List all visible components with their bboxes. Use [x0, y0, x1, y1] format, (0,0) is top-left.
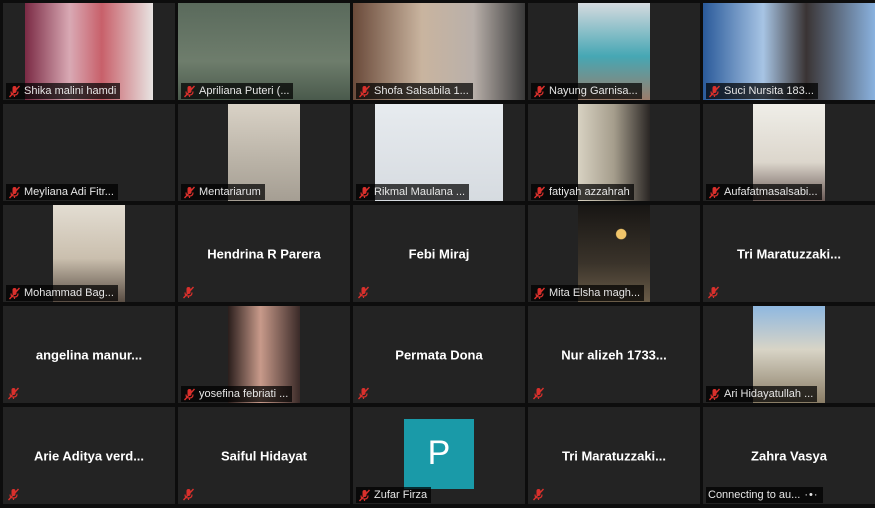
- muted-mic-icon: [8, 85, 21, 97]
- participant-name: Rikmal Maulana ...: [374, 186, 466, 198]
- muted-mic-icon: [182, 488, 195, 501]
- participant-name: Mentariarum: [199, 186, 261, 198]
- participant-name-center: Saiful Hidayat: [221, 448, 307, 463]
- gallery-grid: Shika malini hamdi Apriliana Puteri (... S…: [0, 0, 875, 508]
- participant-name-center: Tri Maratuzzaki...: [561, 448, 667, 463]
- muted-mic-icon: [183, 186, 196, 198]
- muted-mic-icon: [532, 488, 545, 501]
- participant-tile[interactable]: fatiyah azzahrah: [528, 104, 700, 201]
- participant-tile[interactable]: Nayung Garnisa...: [528, 3, 700, 100]
- muted-mic-icon: [532, 387, 545, 400]
- muted-mic-icon: [357, 286, 370, 299]
- muted-mic-icon: [7, 387, 20, 400]
- participant-tile[interactable]: Febi Miraj: [353, 205, 525, 302]
- participant-name-label: Mohammad Bag...: [6, 285, 118, 301]
- participant-name-center: Hendrina R Parera: [207, 246, 321, 261]
- participant-tile[interactable]: Apriliana Puteri (...: [178, 3, 350, 100]
- participant-name-label: Suci Nursita 183...: [706, 83, 818, 99]
- participant-name: Meyliana Adi Fitr...: [24, 186, 114, 198]
- participant-name: Apriliana Puteri (...: [199, 85, 290, 97]
- participant-tile[interactable]: angelina manur...: [3, 306, 175, 403]
- muted-mic-icon: [707, 286, 720, 299]
- participant-name-label: Shofa Salsabila 1...: [356, 83, 473, 99]
- participant-tile[interactable]: Shika malini hamdi: [3, 3, 175, 100]
- participant-tile[interactable]: Hendrina R Parera: [178, 205, 350, 302]
- participant-name-label: Mita Elsha magh...: [531, 285, 645, 301]
- muted-mic-icon: [358, 85, 371, 97]
- participant-tile[interactable]: Mohammad Bag...: [3, 205, 175, 302]
- participant-tile[interactable]: Ari Hidayatullah ...: [703, 306, 875, 403]
- muted-mic-icon: [708, 85, 721, 97]
- muted-mic-icon: [8, 186, 21, 198]
- participant-name: Nayung Garnisa...: [549, 85, 638, 97]
- participant-name-center: Permata Dona: [395, 347, 483, 362]
- muted-mic-icon: [533, 287, 546, 299]
- muted-mic-icon: [358, 489, 371, 501]
- connection-status: Connecting to au... ·•·: [706, 487, 823, 503]
- muted-mic-icon: [708, 388, 721, 400]
- participant-tile[interactable]: Mita Elsha magh...: [528, 205, 700, 302]
- muted-mic-icon: [358, 186, 371, 198]
- participant-name: Zufar Firza: [374, 489, 428, 501]
- participant-name-label: Aufafatmasalsabi...: [706, 184, 822, 200]
- muted-mic-icon: [183, 388, 196, 400]
- participant-tile[interactable]: Shofa Salsabila 1...: [353, 3, 525, 100]
- muted-mic-icon: [183, 85, 196, 97]
- participant-name-center: Arie Aditya verd...: [33, 448, 145, 463]
- participant-tile[interactable]: yosefina febriati ...: [178, 306, 350, 403]
- participant-name: fatiyah azzahrah: [549, 186, 630, 198]
- participant-tile[interactable]: Suci Nursita 183...: [703, 3, 875, 100]
- participant-name: Mita Elsha magh...: [549, 287, 641, 299]
- muted-mic-icon: [357, 387, 370, 400]
- participant-tile[interactable]: Mentariarum: [178, 104, 350, 201]
- participant-name-label: fatiyah azzahrah: [531, 184, 634, 200]
- participant-name-label: Shika malini hamdi: [6, 83, 121, 99]
- participant-avatar: P: [404, 418, 474, 489]
- participant-tile[interactable]: Zahra Vasya Connecting to au... ·•·: [703, 407, 875, 504]
- participant-name-label: Meyliana Adi Fitr...: [6, 184, 118, 200]
- muted-mic-icon: [182, 286, 195, 299]
- muted-mic-icon: [533, 186, 546, 198]
- participant-name: Shika malini hamdi: [24, 85, 117, 97]
- muted-mic-icon: [533, 85, 546, 97]
- participant-name-center: Zahra Vasya: [751, 448, 827, 463]
- muted-mic-icon: [708, 186, 721, 198]
- muted-mic-icon: [8, 287, 21, 299]
- participant-name-center: Febi Miraj: [408, 246, 470, 261]
- participant-name-label: Apriliana Puteri (...: [181, 83, 294, 99]
- participant-name-label: Ari Hidayatullah ...: [706, 386, 818, 402]
- participant-name: Suci Nursita 183...: [724, 85, 814, 97]
- participant-name-label: Rikmal Maulana ...: [356, 184, 470, 200]
- participant-name-center: Nur alizeh 1733...: [561, 347, 667, 362]
- connection-status-text: Connecting to au...: [708, 489, 801, 501]
- participant-tile[interactable]: Meyliana Adi Fitr...: [3, 104, 175, 201]
- participant-name-label: Mentariarum: [181, 184, 265, 200]
- participant-tile[interactable]: Aufafatmasalsabi...: [703, 104, 875, 201]
- participant-name-label: yosefina febriati ...: [181, 386, 293, 402]
- participant-name-center: angelina manur...: [35, 347, 143, 362]
- participant-tile[interactable]: P Zufar Firza: [353, 407, 525, 504]
- participant-tile[interactable]: Saiful Hidayat: [178, 407, 350, 504]
- participant-tile[interactable]: Arie Aditya verd...: [3, 407, 175, 504]
- muted-mic-icon: [7, 488, 20, 501]
- participant-tile[interactable]: Rikmal Maulana ...: [353, 104, 525, 201]
- participant-name: Ari Hidayatullah ...: [724, 388, 814, 400]
- participant-name-label: Zufar Firza: [356, 487, 432, 503]
- participant-name: Mohammad Bag...: [24, 287, 114, 299]
- participant-tile[interactable]: Permata Dona: [353, 306, 525, 403]
- participant-name: Aufafatmasalsabi...: [724, 186, 818, 198]
- participant-tile[interactable]: Tri Maratuzzaki...: [703, 205, 875, 302]
- participant-tile[interactable]: Tri Maratuzzaki...: [528, 407, 700, 504]
- participant-name-center: Tri Maratuzzaki...: [736, 246, 842, 261]
- participant-name: Shofa Salsabila 1...: [374, 85, 469, 97]
- participant-name-label: Nayung Garnisa...: [531, 83, 642, 99]
- loading-dots-icon: ·•·: [804, 489, 819, 501]
- participant-tile[interactable]: Nur alizeh 1733...: [528, 306, 700, 403]
- participant-name: yosefina febriati ...: [199, 388, 289, 400]
